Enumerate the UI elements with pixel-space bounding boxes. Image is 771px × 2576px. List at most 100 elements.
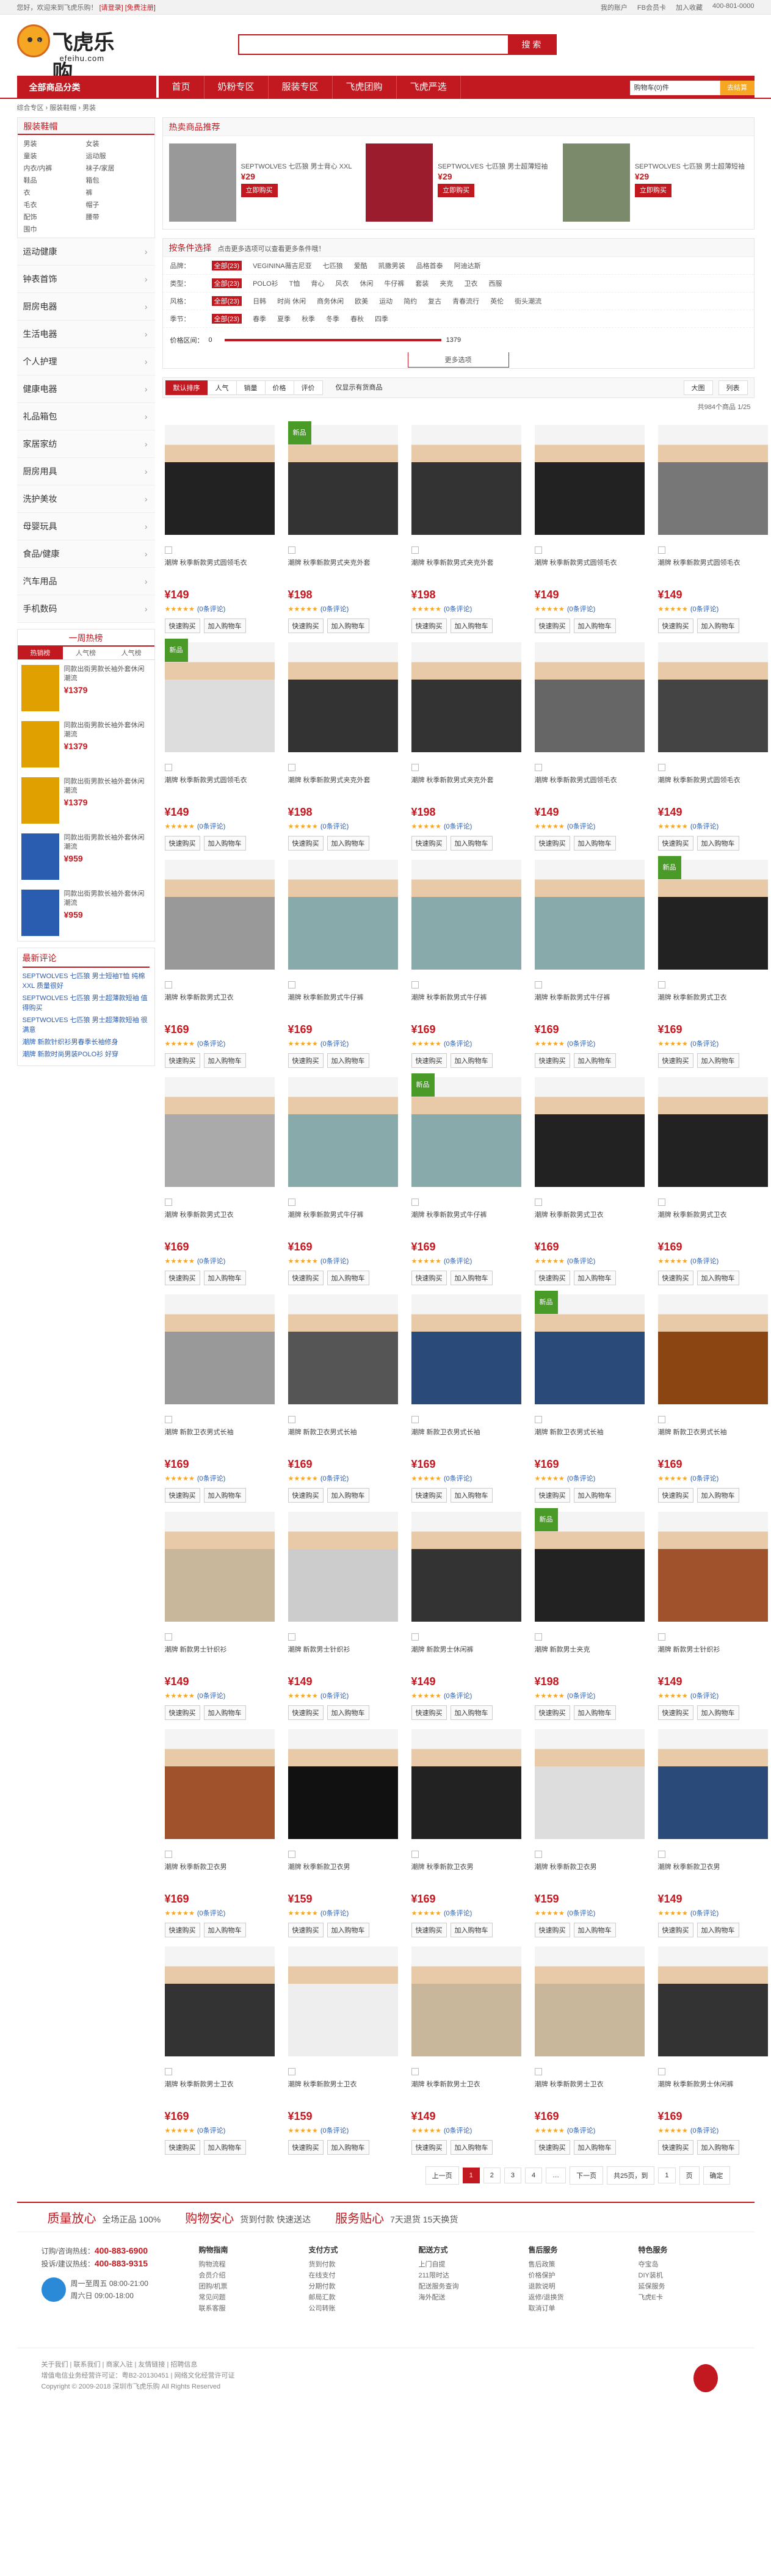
add-cart-button[interactable]: 加入购物车 [450, 1053, 493, 1068]
product-card[interactable]: 潮牌 秋季新款男式夹克外套 ¥198 ★★★★★ (0条评论) 快速购买 加入购物车 [286, 633, 400, 851]
product-card[interactable]: 潮牌 新款卫衣男式长袖 ¥169 ★★★★★ (0条评论) 快速购买 加入购物车 [162, 1285, 277, 1503]
add-cart-button[interactable]: 加入购物车 [450, 2140, 493, 2155]
product-name[interactable]: 潮牌 新款卫衣男式长袖 [165, 1428, 275, 1452]
view-option[interactable]: 大图 [683, 380, 713, 395]
all-categories[interactable]: 全部商品分类 [16, 76, 156, 99]
product-name[interactable]: 潮牌 新款卫衣男式长袖 [411, 1428, 521, 1452]
quick-buy-button[interactable]: 快速购买 [164, 1705, 200, 1720]
thumb[interactable] [534, 2068, 542, 2075]
review-count[interactable]: (0条评论) [444, 1693, 472, 1700]
product-name[interactable]: 潮牌 秋季新款男式卫衣 [658, 1210, 768, 1235]
page-button[interactable]: 共25页，到 [607, 2166, 655, 2185]
product-name[interactable]: 潮牌 秋季新款男式圆领毛衣 [535, 558, 645, 582]
sort-option[interactable]: 默认排序 [165, 380, 208, 395]
review-count[interactable]: (0条评论) [567, 2127, 595, 2135]
review-count[interactable]: (0条评论) [444, 2127, 472, 2135]
review-count[interactable]: (0条评论) [197, 1258, 225, 1265]
product-name[interactable]: 潮牌 秋季新款男式圆领毛衣 [535, 775, 645, 800]
thumb[interactable] [657, 1633, 665, 1641]
product-image[interactable] [164, 1947, 275, 2056]
filter-option[interactable]: 冬季 [326, 314, 339, 324]
review-count[interactable]: (0条评论) [320, 823, 349, 830]
thumb[interactable] [288, 764, 295, 771]
register-link[interactable]: [免费注册] [125, 4, 156, 12]
review-count[interactable]: (0条评论) [690, 606, 719, 613]
footer-link[interactable]: 货到付款 [309, 2259, 400, 2270]
hot-tab[interactable]: 人气榜 [108, 647, 154, 660]
quick-buy-button[interactable]: 快速购买 [411, 1705, 447, 1720]
footer-link[interactable]: 常见问题 [199, 2292, 291, 2303]
page-button[interactable]: 页 [679, 2166, 700, 2185]
product-image[interactable] [164, 425, 275, 535]
product-card[interactable]: 潮牌 秋季新款男士卫衣 ¥169 ★★★★★ (0条评论) 快速购买 加入购物车 [162, 1937, 277, 2155]
product-image[interactable] [534, 642, 645, 752]
product-image[interactable] [164, 1512, 275, 1622]
product-image[interactable] [657, 1512, 768, 1622]
review-count[interactable]: (0条评论) [197, 1040, 225, 1048]
product-image[interactable]: 新品 [164, 639, 275, 752]
quick-buy-button[interactable]: 快速购买 [657, 1053, 693, 1068]
review-count[interactable]: (0条评论) [320, 606, 349, 613]
sidebar-sub-link[interactable]: 鞋品 [24, 175, 86, 185]
product-name[interactable]: 潮牌 新款男士夹克 [535, 1645, 645, 1669]
review-count[interactable]: (0条评论) [320, 1910, 349, 1917]
product-card[interactable]: 潮牌 秋季新款男式圆领毛衣 ¥149 ★★★★★ (0条评论) 快速购买 加入购物车 [162, 415, 277, 633]
review-count[interactable]: (0条评论) [567, 1258, 595, 1265]
quick-buy-button[interactable]: 快速购买 [288, 1488, 324, 1503]
product-image[interactable] [411, 642, 521, 752]
add-cart-button[interactable]: 加入购物车 [327, 836, 369, 851]
thumb[interactable] [411, 1416, 419, 1423]
product-image[interactable] [164, 1077, 275, 1187]
thumb[interactable] [288, 1633, 295, 1641]
footer-link[interactable]: DIY装机 [639, 2270, 730, 2281]
filter-option[interactable]: 夏季 [277, 314, 291, 324]
product-image[interactable] [534, 860, 645, 970]
add-cart-button[interactable]: 加入购物车 [450, 1705, 493, 1720]
product-name[interactable]: 潮牌 新款卫衣男式长袖 [288, 1428, 398, 1452]
quick-buy-button[interactable]: 快速购买 [164, 1053, 200, 1068]
add-cart-button[interactable]: 加入购物车 [327, 1053, 369, 1068]
top-link[interactable]: 400-801-0000 [712, 2, 755, 12]
product-card[interactable]: 新品 潮牌 新款卫衣男式长袖 ¥169 ★★★★★ (0条评论) 快速购买 加入购物车 [532, 1285, 647, 1503]
sidebar-sub-link[interactable]: 袜子/家居 [86, 163, 148, 173]
footer-link[interactable]: 在线支付 [309, 2270, 400, 2281]
filter-option[interactable]: 日韩 [253, 296, 266, 306]
thumb[interactable] [534, 764, 542, 771]
nav-item[interactable]: 奶粉专区 [205, 76, 269, 99]
product-image[interactable] [411, 1294, 521, 1404]
page-button[interactable]: 3 [504, 2168, 521, 2183]
quick-buy-button[interactable]: 快速购买 [164, 1271, 200, 1285]
quick-buy-button[interactable]: 快速购买 [411, 1053, 447, 1068]
product-name[interactable]: 潮牌 新款卫衣男式长袖 [658, 1428, 768, 1452]
product-image[interactable] [411, 1729, 521, 1839]
product-image[interactable] [164, 1729, 275, 1839]
add-cart-button[interactable]: 加入购物车 [450, 836, 493, 851]
footer-link[interactable]: 团购/机票 [199, 2281, 291, 2292]
page-button[interactable]: … [546, 2168, 566, 2183]
product-card[interactable]: 潮牌 秋季新款男式卫衣 ¥169 ★★★★★ (0条评论) 快速购买 加入购物车 [532, 1067, 647, 1285]
product-image[interactable] [657, 1077, 768, 1187]
product-card[interactable]: 潮牌 新款卫衣男式长袖 ¥169 ★★★★★ (0条评论) 快速购买 加入购物车 [286, 1285, 400, 1503]
product-image[interactable]: 新品 [411, 1073, 521, 1187]
product-card[interactable]: 新品 潮牌 秋季新款男式圆领毛衣 ¥149 ★★★★★ (0条评论) 快速购买 加入购物车 [162, 633, 277, 851]
filter-option[interactable]: 春季 [253, 314, 266, 324]
thumb[interactable] [657, 2068, 665, 2075]
page-button[interactable]: 下一页 [570, 2166, 604, 2185]
product-image[interactable] [411, 1947, 521, 2056]
product-image[interactable] [411, 425, 521, 535]
product-name[interactable]: 潮牌 秋季新款男式夹克外套 [411, 775, 521, 800]
product-image[interactable] [657, 425, 768, 535]
product-card[interactable]: 新品 潮牌 新款男士夹克 ¥198 ★★★★★ (0条评论) 快速购买 加入购物车 [532, 1502, 647, 1720]
product-name[interactable]: 潮牌 秋季新款卫衣男 [288, 1862, 398, 1887]
filter-option[interactable]: T恤 [289, 278, 300, 288]
add-cart-button[interactable]: 加入购物车 [450, 1488, 493, 1503]
product-name[interactable]: 潮牌 秋季新款卫衣男 [535, 1862, 645, 1887]
product-name[interactable]: 潮牌 秋季新款男式夹克外套 [288, 775, 398, 800]
sidebar-category[interactable]: 健康电器 [16, 376, 155, 403]
product-card[interactable]: 潮牌 新款卫衣男式长袖 ¥169 ★★★★★ (0条评论) 快速购买 加入购物车 [409, 1285, 524, 1503]
sidebar-sub-link[interactable]: 童装 [24, 151, 86, 161]
quick-buy-button[interactable]: 快速购买 [534, 2140, 570, 2155]
thumb[interactable] [534, 981, 542, 989]
product-card[interactable]: 潮牌 秋季新款男式牛仔裤 ¥169 ★★★★★ (0条评论) 快速购买 加入购物车 [286, 850, 400, 1068]
nav-item[interactable]: 服装专区 [269, 76, 333, 99]
